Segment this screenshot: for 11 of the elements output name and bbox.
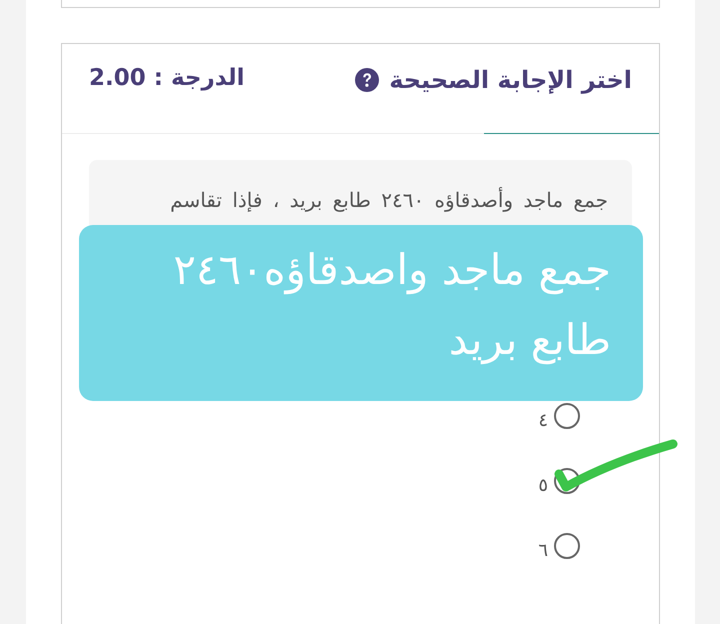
question-title: اختر الإجابة الصحيحة [389, 65, 632, 96]
option-label: ٤ [538, 409, 548, 433]
option-label: ٥ [538, 474, 548, 498]
grade-label: الدرجة : 2.00 [89, 64, 245, 93]
radio-button[interactable] [554, 403, 580, 429]
radio-button[interactable] [554, 533, 580, 559]
help-icon[interactable] [355, 68, 380, 92]
caption-text: طابع بريد [448, 314, 611, 366]
caption-text: جمع ماجد واصدقاؤه٢٤٦٠ [172, 244, 611, 296]
question-text: جمع ماجد وأصدقاؤه ٢٤٦٠ طابع بريد ، فإذا تقاسم [170, 186, 608, 214]
option-label: ٦ [538, 539, 548, 563]
